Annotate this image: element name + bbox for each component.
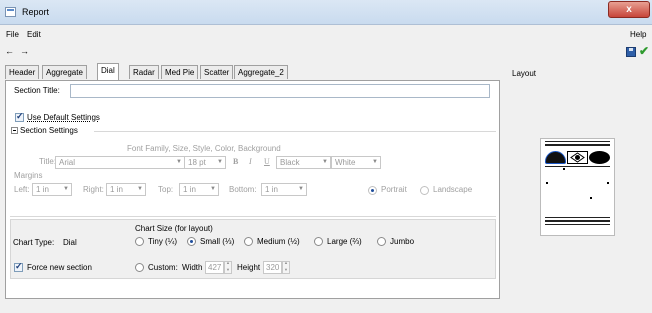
font-size-select[interactable]: 18 pt ▼ (184, 156, 226, 169)
menu-bar: File Edit Help (0, 25, 652, 43)
preview-row-line (545, 166, 610, 167)
custom-width-input[interactable]: 427 (205, 261, 224, 274)
toolbar: ← → ✔ (0, 43, 652, 59)
menu-file[interactable]: File (6, 30, 19, 39)
size-small-label: Small (⅓) (200, 237, 235, 246)
size-medium-radio[interactable] (244, 237, 253, 246)
margins-label: Margins (14, 171, 43, 180)
chart-type-label: Chart Type: (13, 238, 55, 247)
size-tiny-label: Tiny (¼) (148, 237, 178, 246)
preview-footer-line (545, 217, 610, 218)
preview-pie-chart (589, 151, 610, 164)
dial-tab-panel: Section Title: ✓ Use Default Settings Se… (5, 80, 500, 299)
landscape-label: Landscape (433, 185, 473, 194)
chart-type-value: Dial (63, 238, 77, 247)
width-label: Width (182, 263, 203, 272)
size-small-radio[interactable] (187, 237, 196, 246)
layout-label: Layout (512, 69, 537, 78)
size-large-radio[interactable] (314, 237, 323, 246)
custom-label: Custom: (148, 263, 178, 272)
section-title-input[interactable] (70, 84, 490, 98)
portrait-radio[interactable] (368, 186, 377, 195)
chart-options-divider (10, 216, 496, 217)
title-font-label: Title: (39, 157, 57, 166)
title-bar: Report x (0, 0, 652, 25)
menu-edit[interactable]: Edit (27, 30, 41, 39)
preview-dial-chart (545, 151, 566, 164)
bottom-margin-label: Bottom: (229, 185, 257, 194)
preview-footer-bar (545, 220, 610, 222)
menu-help[interactable]: Help (630, 30, 646, 39)
tab-scatter[interactable]: Scatter (200, 65, 234, 79)
preview-scatter-point (546, 182, 548, 184)
height-spinner[interactable] (282, 260, 290, 274)
preview-footer-line (545, 224, 610, 225)
forward-arrow-icon[interactable]: → (20, 46, 29, 56)
bottom-margin-select[interactable]: 1 in ▼ (261, 183, 307, 196)
force-new-section-checkbox[interactable]: ✓ (14, 261, 23, 272)
use-default-settings-checkbox[interactable]: ✓ (15, 111, 24, 122)
tab-aggregate[interactable]: Aggregate (42, 65, 87, 79)
font-settings-header: Font Family, Size, Style, Color, Backgro… (127, 144, 281, 153)
preview-header-bar (545, 144, 610, 146)
tab-aggregate-2[interactable]: Aggregate_2 (234, 65, 288, 79)
right-margin-label: Right: (83, 185, 104, 194)
force-new-section-label: Force new section (27, 263, 92, 272)
portrait-label: Portrait (381, 185, 407, 194)
size-custom-radio[interactable] (135, 263, 144, 272)
tab-header[interactable]: Header (5, 65, 40, 79)
landscape-radio[interactable] (420, 186, 429, 195)
size-medium-label: Medium (½) (257, 237, 300, 246)
tab-dial[interactable]: Dial (97, 63, 119, 80)
font-family-select[interactable]: Arial ▼ (55, 156, 185, 169)
height-label: Height (237, 263, 261, 272)
tab-radar[interactable]: Radar (129, 65, 159, 79)
left-margin-select[interactable]: 1 in ▼ (32, 183, 72, 196)
report-window-icon (5, 7, 16, 17)
width-spinner[interactable] (224, 260, 232, 274)
top-margin-select[interactable]: 1 in ▼ (179, 183, 219, 196)
size-jumbo-label: Jumbo (390, 237, 415, 246)
section-settings-divider (94, 131, 496, 132)
chart-size-label: Chart Size (for layout) (135, 224, 213, 233)
close-button[interactable]: x (608, 1, 650, 18)
size-tiny-radio[interactable] (135, 237, 144, 246)
preview-scatter-point (590, 197, 592, 199)
save-icon[interactable] (626, 47, 636, 57)
checkmark-icon[interactable]: ✔ (639, 44, 649, 58)
window-title: Report (22, 7, 50, 17)
section-title-label: Section Title: (14, 86, 60, 95)
chart-options-group: Chart Type: Dial Chart Size (for layout)… (10, 219, 496, 279)
preview-scatter-point (563, 168, 565, 170)
background-color-select[interactable]: White ▼ (331, 156, 381, 169)
italic-button[interactable]: I (249, 157, 252, 166)
tab-med-pie[interactable]: Med Pie (161, 65, 199, 79)
use-default-settings-label[interactable]: Use Default Settings (27, 113, 100, 122)
collapse-icon[interactable] (11, 127, 18, 134)
font-color-select[interactable]: Black ▼ (276, 156, 331, 169)
left-margin-label: Left: (14, 185, 30, 194)
size-jumbo-radio[interactable] (377, 237, 386, 246)
preview-header-line (545, 141, 610, 142)
size-large-label: Large (⅔) (327, 237, 362, 246)
layout-preview (540, 138, 615, 236)
right-margin-select[interactable]: 1 in ▼ (106, 183, 146, 196)
preview-scatter-point (607, 182, 609, 184)
back-arrow-icon[interactable]: ← (5, 46, 14, 56)
bold-button[interactable]: B (233, 157, 238, 166)
section-settings-label: Section Settings (20, 126, 78, 135)
preview-radar-chart (567, 151, 588, 164)
custom-height-input[interactable]: 320 (263, 261, 282, 274)
top-margin-label: Top: (158, 185, 174, 194)
underline-button[interactable]: U (264, 157, 270, 166)
